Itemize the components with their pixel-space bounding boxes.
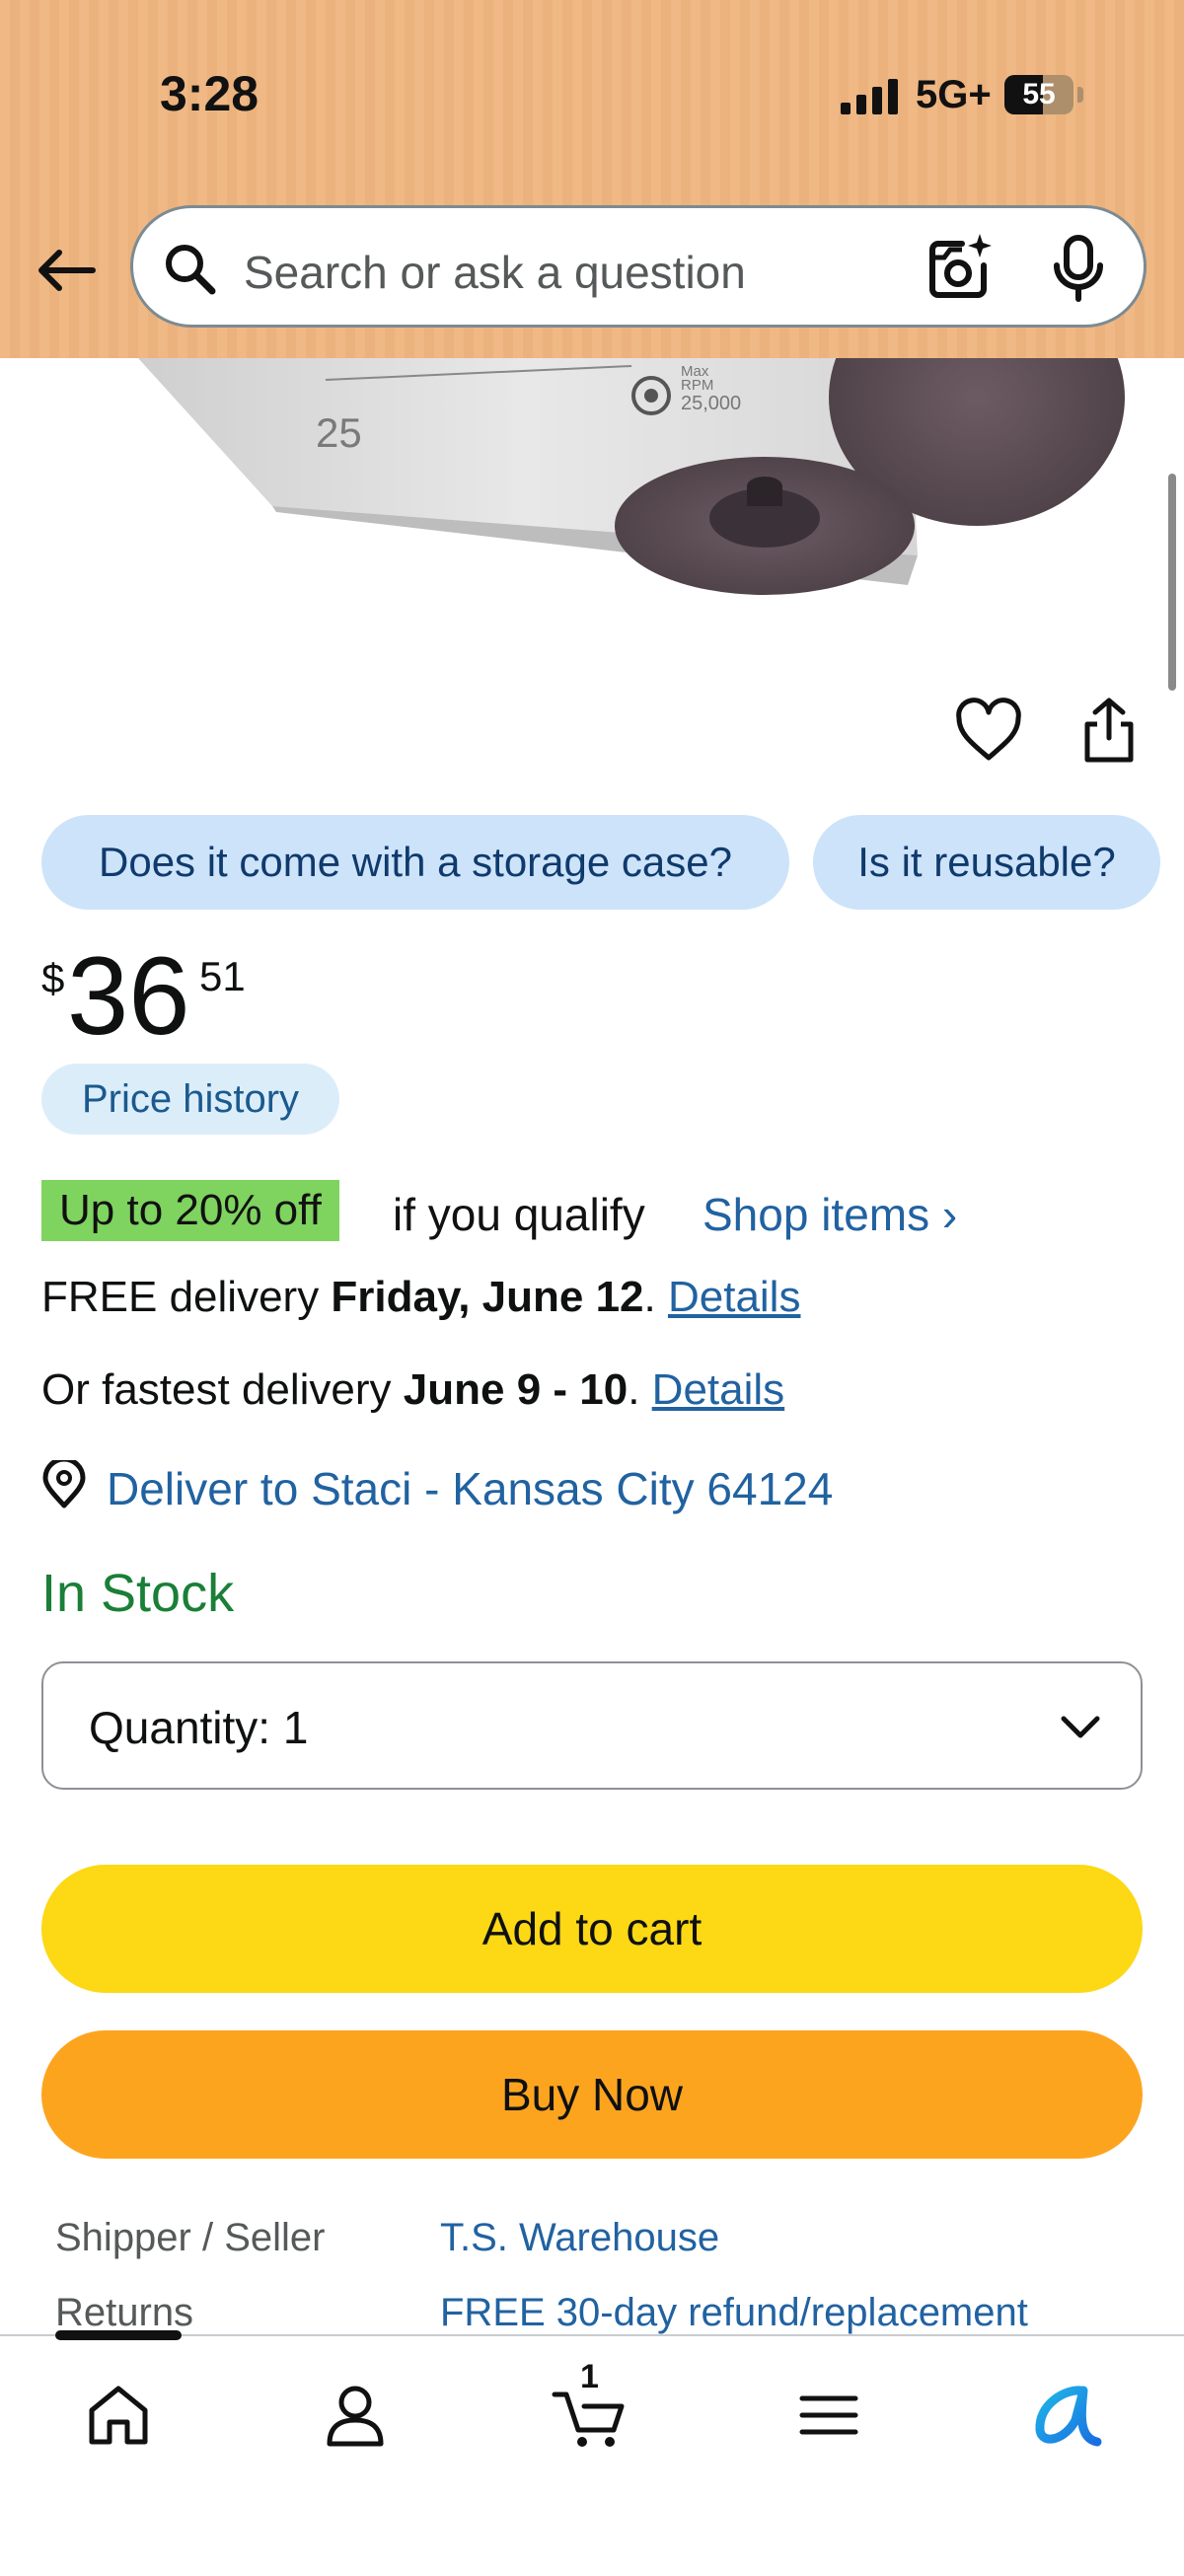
free-delivery-prefix: FREE delivery [41,1273,332,1321]
search-input[interactable]: Search or ask a question [130,205,1147,328]
home-icon [89,2386,148,2445]
camera-search-icon[interactable] [923,232,994,303]
share-button[interactable] [1073,695,1145,766]
price-symbol: $ [41,955,65,1001]
seller-link[interactable]: T.S. Warehouse [440,2216,719,2260]
rufus-icon [1035,2386,1102,2447]
price-history-button[interactable]: Price history [41,1064,339,1135]
product-photo: 25 Max RPM 25,000 [138,358,1125,595]
free-delivery-line: FREE delivery Friday, June 12. Details [41,1273,801,1321]
quantity-label: Quantity: 1 [89,1701,308,1754]
free-delivery-date: Friday, June 12 [331,1273,644,1321]
deal-text: if you qualify [393,1189,645,1240]
share-icon [1084,698,1134,763]
question-chip[interactable]: Is it reusable? [813,815,1160,910]
back-arrow-icon [38,250,96,291]
details-link[interactable]: Details [652,1365,785,1414]
nav-cart[interactable]: 1 [541,2358,639,2465]
cart-count: 1 [580,2358,599,2395]
deliver-to-link[interactable]: Deliver to Staci - Kansas City 64124 [107,1462,833,1515]
scrollbar[interactable] [1168,474,1176,691]
question-chip[interactable]: Does it come with a storage case? [41,815,789,910]
search-icon [166,245,216,295]
chevron-down-icon [1061,1716,1100,1738]
price-whole: 36 [67,934,190,1058]
search-placeholder: Search or ask a question [244,247,746,298]
heart-icon [956,698,1021,761]
location-pin-icon [42,1460,86,1509]
deal-badge: Up to 20% off [41,1180,339,1241]
shipper-label: Shipper / Seller [55,2216,326,2259]
menu-icon [799,2395,858,2435]
buy-now-button[interactable]: Buy Now [41,2030,1143,2159]
wishlist-button[interactable] [953,695,1024,766]
add-to-cart-button[interactable]: Add to cart [41,1865,1143,1993]
fastest-delivery-line: Or fastest delivery June 9 - 10. Details [41,1365,785,1414]
top-header: 3:28 5G+ 55 Search or ask a question [0,0,1184,358]
box-label-rpm: RPM [681,377,713,394]
price-fraction: 51 [199,953,246,999]
nav-menu[interactable] [779,2366,878,2465]
battery-icon: 55 [1004,75,1083,114]
status-time: 3:28 [160,66,259,121]
signal-icon [841,79,898,114]
fastest-delivery-prefix: Or fastest delivery [41,1365,404,1414]
quantity-value: 1 [282,1702,309,1753]
shop-items-link[interactable]: Shop items › [703,1188,957,1241]
active-tab-indicator [55,2330,182,2340]
back-button[interactable] [30,235,101,306]
nav-account[interactable] [306,2366,405,2465]
nav-home[interactable] [69,2366,168,2465]
quantity-label-text: Quantity: [89,1702,271,1753]
returns-label: Returns [55,2291,194,2334]
box-label-speed: 25,000 [681,393,741,414]
battery-level: 55 [1022,78,1056,110]
account-icon [327,2386,384,2447]
stock-status: In Stock [41,1564,235,1623]
fastest-delivery-date: June 9 - 10 [403,1365,629,1414]
network-label: 5G+ [916,73,992,116]
microphone-icon[interactable] [1049,234,1108,303]
product-image[interactable]: 25 Max RPM 25,000 [0,358,1184,674]
nav-rufus[interactable] [1016,2366,1115,2465]
returns-link[interactable]: FREE 30-day refund/replacement [440,2291,1028,2335]
quantity-select[interactable]: Quantity: 1 [41,1661,1143,1790]
details-link[interactable]: Details [668,1273,801,1321]
box-number: 25 [316,409,362,456]
